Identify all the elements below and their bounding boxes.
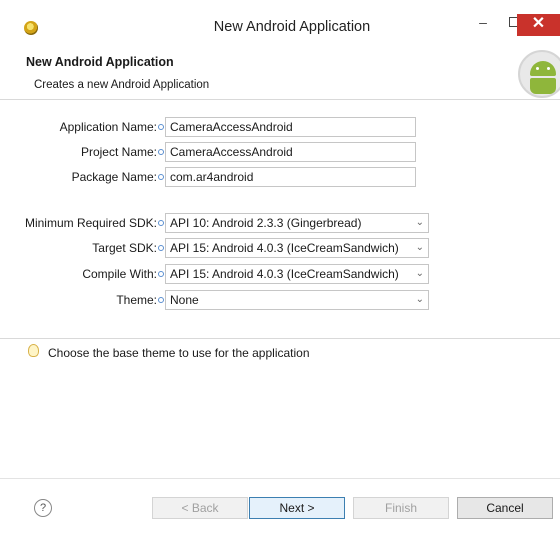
info-icon xyxy=(158,124,164,130)
theme-value: None xyxy=(170,293,199,307)
target-sdk-value: API 15: Android 4.0.3 (IceCreamSandwich) xyxy=(170,241,399,255)
lightbulb-icon xyxy=(28,344,39,357)
chevron-down-icon: ⌄ xyxy=(415,294,424,305)
package-name-label: Package Name: xyxy=(71,170,157,184)
hint-bar: Choose the base theme to use for the app… xyxy=(0,338,560,365)
wizard-header: New Android Application Creates a new An… xyxy=(0,40,560,100)
info-icon xyxy=(158,174,164,180)
back-button[interactable]: < Back xyxy=(152,497,248,519)
chevron-down-icon: ⌄ xyxy=(415,242,424,253)
min-sdk-row: Minimum Required SDK: API 10: Android 2.… xyxy=(0,213,560,235)
project-name-input[interactable]: CameraAccessAndroid xyxy=(165,142,416,162)
info-icon xyxy=(158,271,164,277)
page-subtitle: Creates a new Android Application xyxy=(34,79,210,91)
application-name-input[interactable]: CameraAccessAndroid xyxy=(165,117,416,137)
info-icon xyxy=(158,245,164,251)
info-icon xyxy=(158,220,164,226)
android-logo-icon xyxy=(518,50,560,98)
project-name-row: Project Name: CameraAccessAndroid xyxy=(0,142,560,164)
compile-with-select[interactable]: API 15: Android 4.0.3 (IceCreamSandwich)… xyxy=(165,264,429,284)
theme-label: Theme: xyxy=(116,293,157,307)
cancel-button[interactable]: Cancel xyxy=(457,497,553,519)
close-button[interactable]: ✕ xyxy=(517,14,560,36)
application-name-label: Application Name: xyxy=(59,120,157,134)
page-title: New Android Application xyxy=(26,55,174,69)
theme-row: Theme: None ⌄ xyxy=(0,290,560,312)
title-bar: New Android Application – ✕ xyxy=(0,0,560,40)
project-name-label: Project Name: xyxy=(80,145,157,159)
minimize-button[interactable]: – xyxy=(468,12,498,34)
application-name-row: Application Name: CameraAccessAndroid xyxy=(0,117,560,139)
info-icon xyxy=(158,149,164,155)
min-sdk-value: API 10: Android 2.3.3 (Gingerbread) xyxy=(170,216,362,230)
next-button[interactable]: Next > xyxy=(249,497,345,519)
chevron-down-icon: ⌄ xyxy=(415,217,424,228)
hint-text: Choose the base theme to use for the app… xyxy=(48,346,310,360)
new-android-application-dialog: New Android Application – ✕ New Android … xyxy=(0,0,560,535)
target-sdk-label: Target SDK: xyxy=(92,241,157,255)
finish-button[interactable]: Finish xyxy=(353,497,449,519)
chevron-down-icon: ⌄ xyxy=(415,268,424,279)
package-name-input[interactable]: com.ar4android xyxy=(165,167,416,187)
help-icon[interactable]: ? xyxy=(34,499,52,517)
wizard-footer: ? < Back Next > Finish Cancel xyxy=(0,478,560,536)
target-sdk-row: Target SDK: API 15: Android 4.0.3 (IceCr… xyxy=(0,238,560,260)
target-sdk-select[interactable]: API 15: Android 4.0.3 (IceCreamSandwich)… xyxy=(165,238,429,258)
compile-with-label: Compile With: xyxy=(82,267,157,281)
package-name-row: Package Name: com.ar4android xyxy=(0,167,560,189)
min-sdk-select[interactable]: API 10: Android 2.3.3 (Gingerbread) ⌄ xyxy=(165,213,429,233)
theme-select[interactable]: None ⌄ xyxy=(165,290,429,310)
compile-with-value: API 15: Android 4.0.3 (IceCreamSandwich) xyxy=(170,267,399,281)
min-sdk-label: Minimum Required SDK: xyxy=(24,216,157,230)
compile-with-row: Compile With: API 15: Android 4.0.3 (Ice… xyxy=(0,264,560,286)
info-icon xyxy=(158,297,164,303)
